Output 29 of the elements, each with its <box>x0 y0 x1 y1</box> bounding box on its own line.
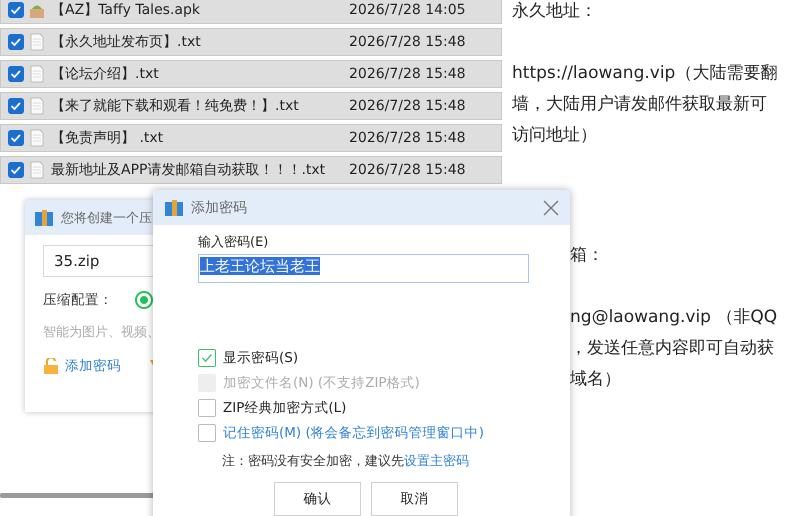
window-title: 添加密码 <box>191 198 248 216</box>
field-label: 输入密码(E) <box>198 234 270 251</box>
file-name: 【论坛介绍】.txt <box>51 65 160 83</box>
document-text: ，发送任意内容即可自动获 <box>570 337 775 360</box>
file-name: 【AZ】Taffy Tales.apk <box>51 1 201 19</box>
config-label: 压缩配置： <box>43 291 113 309</box>
file-date: 2026/7/28 14:05 <box>349 2 466 18</box>
hint-text: 智能为图片、视频、 <box>43 324 161 341</box>
file-date: 2026/7/28 15:48 <box>349 130 466 146</box>
file-date: 2026/7/28 15:48 <box>349 98 466 114</box>
document-text: https://laowang.vip（大陆需要翻 <box>512 62 778 85</box>
document-text: 访问地址） <box>512 124 598 147</box>
file-date: 2026/7/28 15:48 <box>349 66 466 82</box>
option-label: 显示密码(S) <box>223 349 298 367</box>
document-heading: 箱： <box>570 244 605 267</box>
option-label: 加密文件名(N) (不支持ZIP格式) <box>223 374 420 392</box>
file-date: 2026/7/28 15:48 <box>349 162 466 178</box>
note-text: 注：密码没有安全加密，建议先设置主密码 <box>222 453 470 470</box>
document-text: ng@laowang.vip （非QQ <box>570 306 778 329</box>
document-heading: 永久地址： <box>512 0 598 23</box>
option-label: ZIP经典加密方式(L) <box>223 399 346 417</box>
file-name: 最新地址及APP请发邮箱自动获取！！！.txt <box>51 161 326 179</box>
file-date: 2026/7/28 15:48 <box>349 34 466 50</box>
file-name: 【免责声明】 .txt <box>51 129 164 147</box>
document-text: 墙，大陆用户请发邮件获取最新可 <box>512 93 768 116</box>
window-title: 您将创建一个压 <box>61 210 152 226</box>
file-name: 【来了就能下载和观看！纯免费！】.txt <box>51 97 300 115</box>
document-text: 域名） <box>570 368 622 391</box>
file-name: 【永久地址发布页】.txt <box>51 33 202 51</box>
